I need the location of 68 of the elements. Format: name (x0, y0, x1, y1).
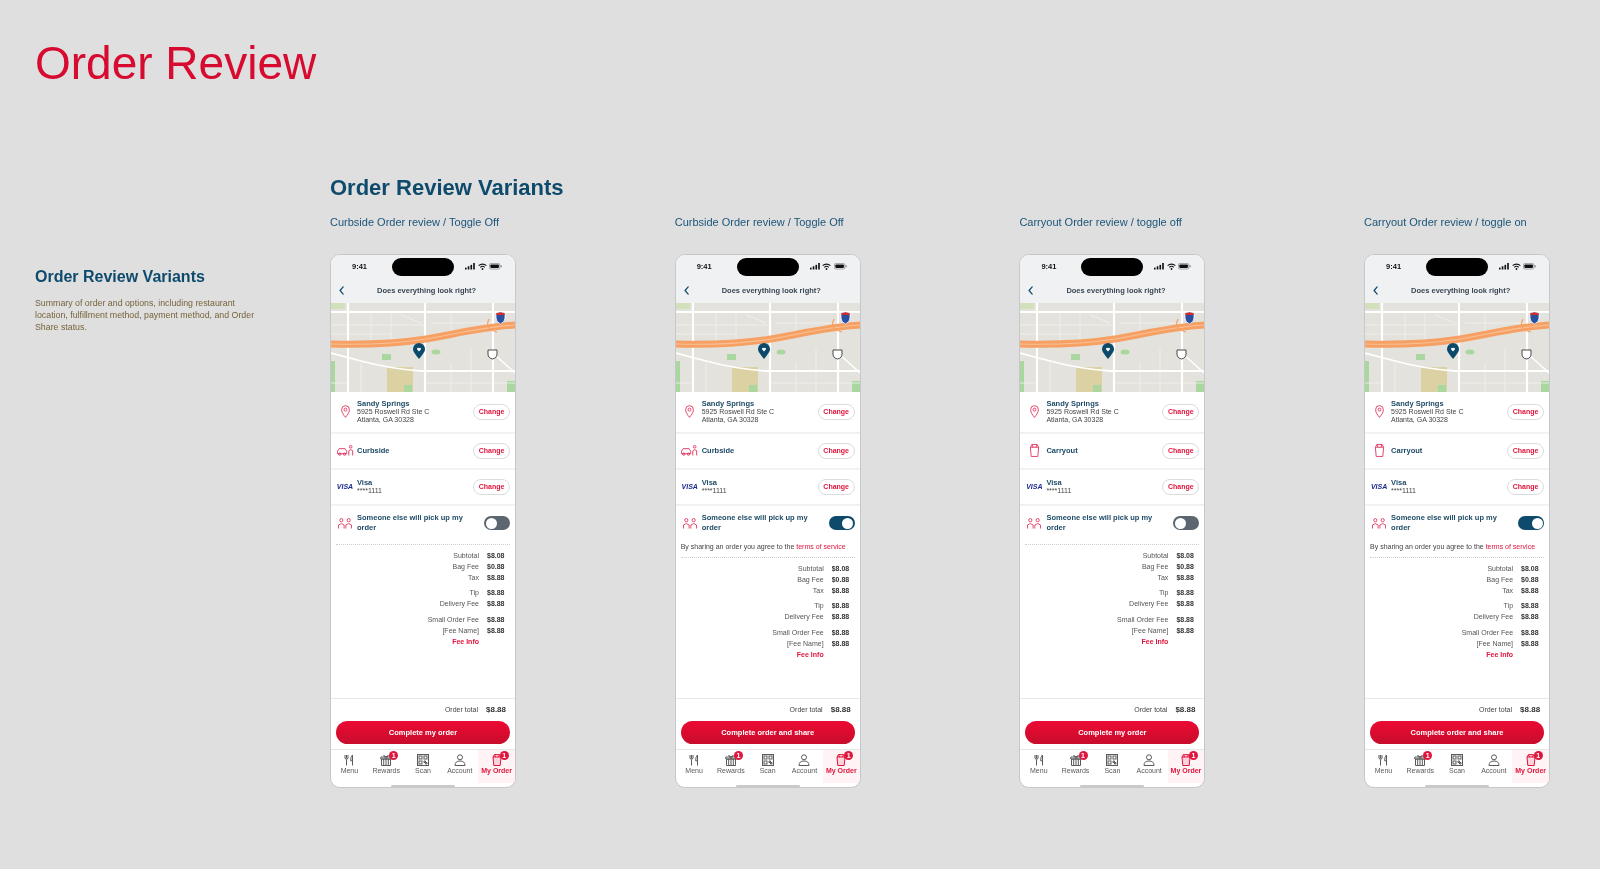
signal-icon (809, 263, 820, 270)
person-icon (798, 753, 811, 766)
order-total-amount: $8.88 (1175, 704, 1197, 714)
wifi-icon (477, 263, 487, 271)
page-title: Order Review (35, 40, 317, 86)
variant-label: Carryout Order review / toggle on (1364, 214, 1527, 229)
sidebar-heading: Order Review Variants (35, 267, 205, 287)
qr-code-icon (761, 753, 774, 766)
fork-knife-icon (1377, 753, 1390, 766)
wifi-icon (1511, 263, 1521, 271)
qr-code-icon (1451, 753, 1464, 766)
toggle-switch[interactable] (484, 516, 510, 531)
gift-icon (380, 753, 393, 766)
gift-icon (724, 753, 737, 766)
people-icon (338, 517, 352, 529)
qr-code-icon (1106, 753, 1119, 766)
gift-icon (1414, 753, 1427, 766)
signal-icon (1154, 263, 1165, 270)
person-icon (1487, 753, 1500, 766)
gift-icon (1069, 753, 1082, 766)
bag-icon (1373, 444, 1385, 458)
location-pin-icon (685, 405, 695, 419)
people-icon (1027, 517, 1042, 529)
section-heading: Order Review Variants (330, 175, 564, 201)
battery-icon (1523, 263, 1537, 270)
order-total-amount: $8.88 (830, 704, 852, 714)
fork-knife-icon (1032, 753, 1045, 766)
battery-icon (489, 263, 502, 270)
toggle-switch[interactable] (1518, 516, 1545, 531)
toggle-switch[interactable] (1173, 516, 1200, 531)
qr-code-icon (417, 753, 429, 766)
camera-cutout (736, 257, 799, 276)
battery-icon (833, 263, 847, 270)
people-icon (1372, 517, 1387, 529)
variant-label: Carryout Order review / toggle off (1019, 214, 1182, 229)
fork-knife-icon (343, 753, 356, 766)
bag-icon (1524, 753, 1537, 766)
order-total-amount: $8.88 (1520, 704, 1542, 714)
variant-label: Curbside Order review / Toggle Off (330, 214, 499, 229)
variant-label: Curbside Order review / Toggle Off (674, 214, 844, 229)
wifi-icon (822, 263, 832, 271)
people-icon (682, 517, 697, 529)
location-pin-icon (1029, 405, 1039, 419)
car-person-icon (336, 445, 354, 457)
back-icon[interactable] (339, 286, 344, 296)
camera-cutout (1081, 257, 1144, 276)
person-icon (1143, 753, 1156, 766)
fork-knife-icon (688, 753, 701, 766)
bag-icon (835, 753, 848, 766)
back-icon[interactable] (1373, 286, 1379, 296)
signal-icon (465, 263, 475, 270)
bag-icon (1028, 444, 1040, 458)
location-pin-icon (340, 405, 350, 419)
sidebar-description: Summary of order and options, including restaurant location, fulfillment method, payment method, and Order Share status. (35, 297, 256, 333)
person-icon (453, 753, 466, 766)
bag-icon (490, 753, 503, 766)
battery-icon (1178, 263, 1192, 270)
order-total-amount: $8.88 (486, 704, 508, 714)
back-icon[interactable] (1028, 286, 1034, 296)
wifi-icon (1166, 263, 1176, 271)
car-person-icon (681, 445, 699, 457)
bag-icon (1179, 753, 1192, 766)
back-icon[interactable] (683, 286, 689, 296)
toggle-switch[interactable] (828, 516, 855, 531)
camera-cutout (1426, 257, 1489, 276)
signal-icon (1499, 263, 1510, 270)
location-pin-icon (1374, 405, 1384, 419)
camera-cutout (392, 257, 454, 276)
